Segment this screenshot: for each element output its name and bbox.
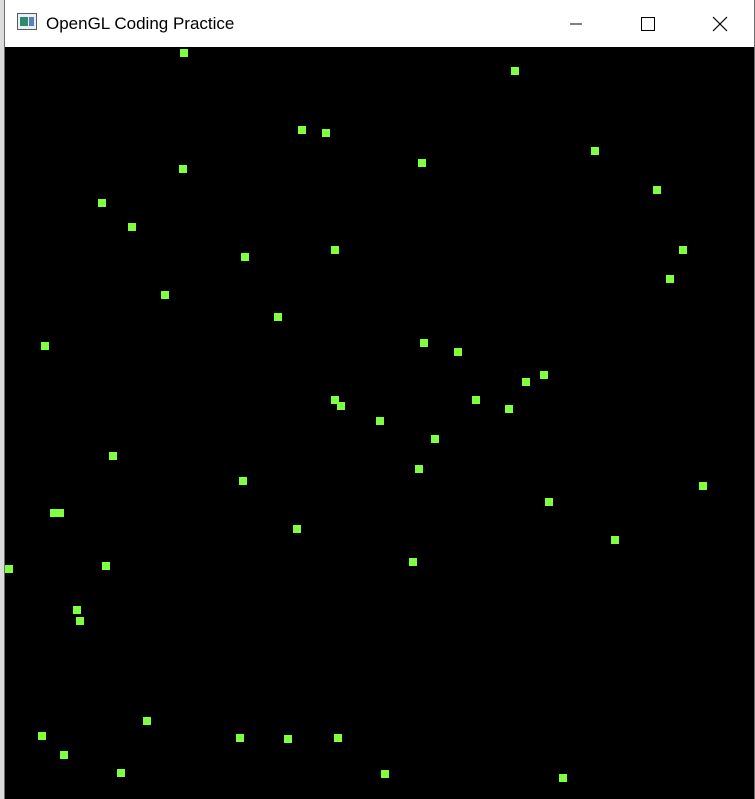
point-marker [454,348,462,356]
point-marker [666,275,674,283]
point-marker [418,159,426,167]
point-marker [679,246,687,254]
point-marker [109,452,117,460]
window-title: OpenGL Coding Practice [46,14,235,33]
title-bar[interactable]: OpenGL Coding Practice [5,0,754,47]
point-marker [415,465,423,473]
point-marker [611,536,619,544]
point-marker [241,253,249,261]
point-marker [76,617,84,625]
point-marker [545,498,553,506]
point-marker [73,606,81,614]
point-marker [98,199,106,207]
maximize-button[interactable] [613,0,683,47]
point-marker [180,49,188,57]
close-icon [712,16,728,31]
point-marker [409,558,417,566]
point-marker [60,751,68,759]
point-marker [179,165,187,173]
point-marker [284,735,292,743]
point-marker [699,482,707,490]
point-marker [56,509,64,517]
point-marker [472,396,480,404]
close-button[interactable] [685,0,754,47]
point-marker [337,402,345,410]
point-marker [274,313,282,321]
app-icon[interactable] [17,13,37,30]
point-marker [102,562,110,570]
point-marker [293,525,301,533]
point-marker [41,342,49,350]
point-marker [431,435,439,443]
point-marker [5,565,13,573]
opengl-canvas[interactable] [5,47,754,799]
point-marker [38,732,46,740]
point-marker [376,417,384,425]
point-marker [236,734,244,742]
point-marker [117,769,125,777]
point-marker [559,774,567,782]
minimize-icon [570,23,582,24]
minimize-button[interactable] [541,0,611,47]
point-marker [381,770,389,778]
app-window: OpenGL Coding Practice [4,0,755,799]
point-marker [128,223,136,231]
point-marker [591,147,599,155]
point-marker [420,339,428,347]
point-marker [540,371,548,379]
point-marker [653,186,661,194]
point-marker [511,67,519,75]
point-marker [239,477,247,485]
maximize-icon [641,16,655,31]
point-marker [143,717,151,725]
point-marker [505,405,513,413]
point-marker [334,734,342,742]
point-marker [322,129,330,137]
point-marker [161,291,169,299]
point-marker [298,126,306,134]
point-marker [331,246,339,254]
point-marker [522,378,530,386]
